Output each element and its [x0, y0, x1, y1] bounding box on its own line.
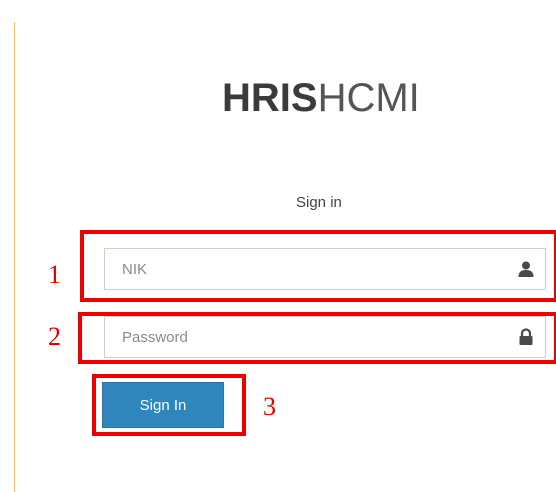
annotation-box-nik: [80, 230, 556, 302]
annotation-box-button: [92, 374, 246, 436]
annotation-box-password: [78, 312, 556, 364]
logo-light-text: HCMI: [317, 76, 420, 120]
logo-bold-text: HRIS: [222, 76, 318, 120]
annotation-number-1: 1: [48, 260, 61, 289]
login-page: HRISHCMI Sign in Sign In 1 2 3: [0, 0, 556, 492]
left-divider: [14, 22, 15, 492]
app-logo: HRISHCMI: [222, 74, 420, 122]
signin-heading: Sign in: [296, 194, 342, 211]
annotation-number-3: 3: [263, 392, 276, 421]
annotation-number-2: 2: [48, 322, 61, 351]
